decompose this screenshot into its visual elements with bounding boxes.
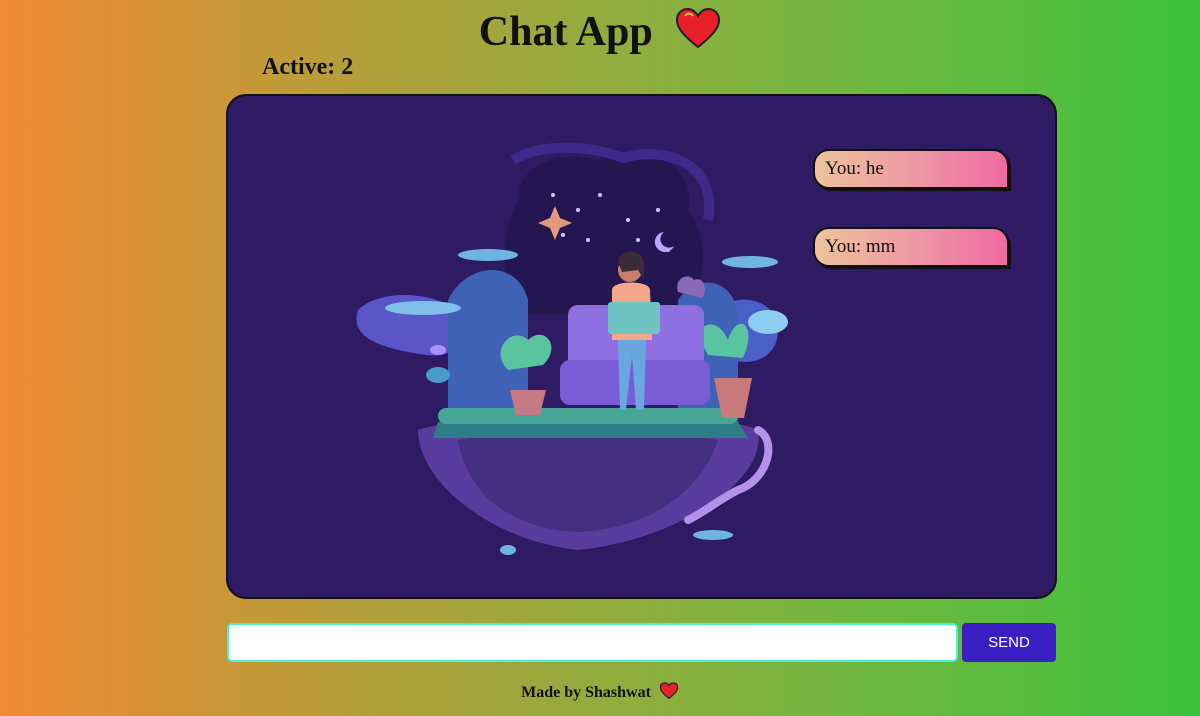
heart-icon xyxy=(659,682,679,700)
send-button[interactable]: SEND xyxy=(962,623,1056,662)
footer-credit: Made by Shashwat xyxy=(0,682,1200,702)
footer-text: Made by Shashwat xyxy=(521,684,651,701)
chat-message: You: he xyxy=(813,149,1009,189)
chat-message-text: You: mm xyxy=(825,236,896,257)
active-users-count: Active: 2 xyxy=(262,54,354,80)
app-title-text: Chat App xyxy=(478,9,653,55)
chat-message-text: You: he xyxy=(825,158,884,179)
app-title: Chat App xyxy=(0,6,1200,58)
chat-background-illustration xyxy=(356,142,788,555)
chat-window: You: he You: mm xyxy=(226,94,1057,599)
message-input[interactable] xyxy=(227,623,958,662)
heart-icon xyxy=(675,7,721,51)
chat-message: You: mm xyxy=(813,227,1009,267)
